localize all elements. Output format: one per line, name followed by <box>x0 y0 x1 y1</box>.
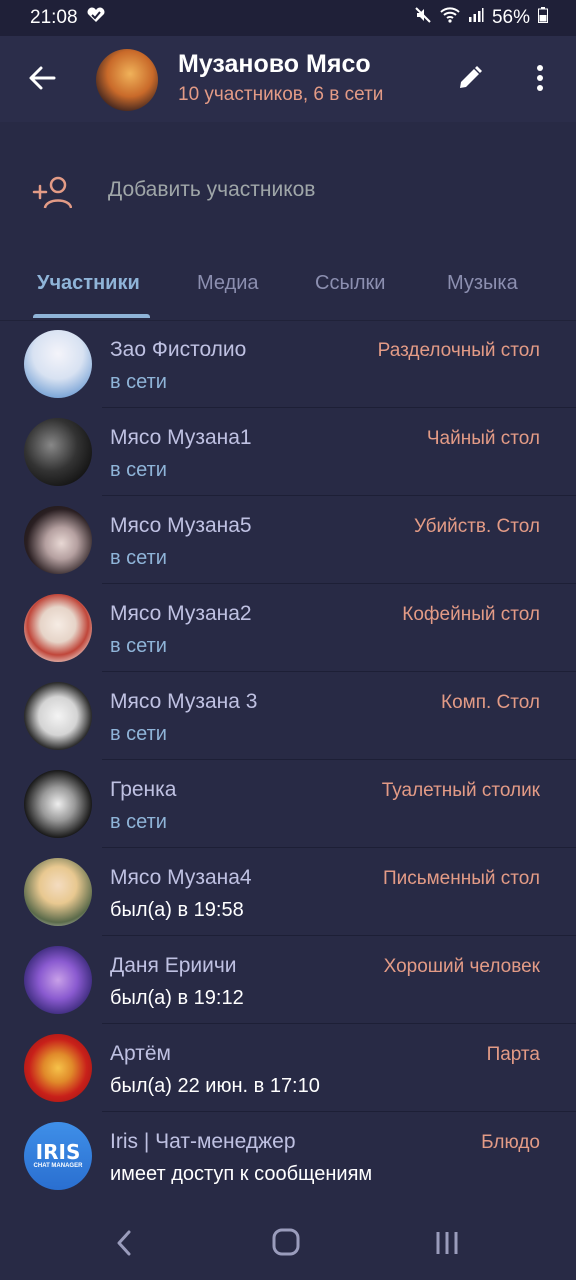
more-options-button[interactable] <box>522 60 558 96</box>
member-name: Мясо Музана4 <box>110 866 252 889</box>
member-row[interactable]: Мясо Музана4 был(а) в 19:58 Письменный с… <box>0 848 576 936</box>
avatar <box>24 506 92 574</box>
tab-links[interactable]: Ссылки <box>315 272 385 295</box>
active-tab-indicator <box>33 314 150 318</box>
member-role: Убийств. Стол <box>413 516 540 537</box>
member-role: Парта <box>486 1044 540 1065</box>
avatar <box>24 858 92 926</box>
member-status: был(а) в 19:58 <box>110 899 244 921</box>
member-role: Комп. Стол <box>441 692 540 713</box>
member-name: Мясо Музана5 <box>110 514 252 537</box>
status-bar: 21:08 56% <box>0 0 576 36</box>
member-name: Гренка <box>110 778 177 801</box>
heart-check-icon <box>86 7 106 29</box>
add-members-label: Добавить участников <box>108 178 316 201</box>
nav-home-icon[interactable] <box>272 1228 300 1256</box>
back-button[interactable] <box>22 58 62 98</box>
member-row[interactable]: Мясо Музана 3 в сети Комп. Стол <box>0 672 576 760</box>
group-title: Музаново Мясо <box>178 50 371 78</box>
member-row[interactable]: IRIS CHAT MANAGER Iris | Чат-менеджер им… <box>0 1112 576 1200</box>
member-row[interactable]: Даня Ериичи был(а) в 19:12 Хороший челов… <box>0 936 576 1024</box>
member-role: Блюдо <box>481 1132 540 1153</box>
member-status: в сети <box>110 547 167 569</box>
chat-header: Музаново Мясо 10 участников, 6 в сети <box>0 36 576 122</box>
member-status: в сети <box>110 371 167 393</box>
member-status: в сети <box>110 723 167 745</box>
battery-percent: 56% <box>491 7 530 28</box>
back-arrow-icon <box>29 66 56 90</box>
member-name: Даня Ериичи <box>110 954 237 977</box>
battery-icon <box>538 7 548 29</box>
member-role: Туалетный столик <box>381 780 540 801</box>
avatar <box>24 770 92 838</box>
tab-media[interactable]: Медиа <box>197 272 259 295</box>
iris-avatar: IRIS CHAT MANAGER <box>24 1122 92 1190</box>
member-row[interactable]: Артём был(а) 22 июн. в 17:10 Парта <box>0 1024 576 1112</box>
clock: 21:08 <box>30 7 78 28</box>
pencil-icon <box>460 66 482 88</box>
member-role: Чайный стол <box>426 428 540 449</box>
tab-members[interactable]: Участники <box>37 272 140 295</box>
member-name: Артём <box>110 1042 171 1065</box>
nav-back-icon[interactable] <box>110 1228 140 1258</box>
tab-music[interactable]: Музыка <box>447 272 518 295</box>
member-role: Письменный стол <box>382 868 540 889</box>
avatar <box>24 1034 92 1102</box>
add-user-icon <box>32 176 72 209</box>
member-status: был(а) 22 июн. в 17:10 <box>110 1075 320 1097</box>
member-role: Разделочный стол <box>377 340 540 361</box>
more-vertical-icon <box>537 65 543 91</box>
member-status: в сети <box>110 811 167 833</box>
member-row[interactable]: Зао Фистолио в сети Разделочный стол <box>0 320 576 408</box>
mute-icon <box>414 6 432 30</box>
member-row[interactable]: Гренка в сети Туалетный столик <box>0 760 576 848</box>
signal-icon <box>468 7 484 29</box>
member-status: был(а) в 19:12 <box>110 987 244 1009</box>
member-list: Зао Фистолио в сети Разделочный стол Мяс… <box>0 320 576 1200</box>
iris-logo-subtext: CHAT MANAGER <box>33 1163 83 1169</box>
iris-logo-text: IRIS <box>35 1140 81 1164</box>
tab-bar: Участники Медиа Ссылки Музыка <box>0 262 576 321</box>
system-nav-bar <box>0 1206 576 1280</box>
member-status: в сети <box>110 635 167 657</box>
edit-button[interactable] <box>452 60 488 96</box>
avatar <box>24 418 92 486</box>
member-row[interactable]: Мясо Музана2 в сети Кофейный стол <box>0 584 576 672</box>
avatar <box>24 594 92 662</box>
member-role: Хороший человек <box>383 956 540 977</box>
group-avatar[interactable] <box>96 49 158 111</box>
add-members-row[interactable]: Добавить участников <box>0 150 576 234</box>
member-name: Iris | Чат-менеджер <box>110 1130 296 1153</box>
avatar <box>24 946 92 1014</box>
member-name: Зао Фистолио <box>110 338 247 361</box>
group-subtitle: 10 участников, 6 в сети <box>178 84 384 105</box>
avatar <box>24 682 92 750</box>
nav-recent-apps-icon[interactable] <box>432 1228 462 1258</box>
member-row[interactable]: Мясо Музана5 в сети Убийств. Стол <box>0 496 576 584</box>
member-name: Мясо Музана1 <box>110 426 252 449</box>
member-name: Мясо Музана 3 <box>110 690 258 713</box>
member-row[interactable]: Мясо Музана1 в сети Чайный стол <box>0 408 576 496</box>
member-role: Кофейный стол <box>402 604 540 625</box>
avatar <box>24 330 92 398</box>
member-status: в сети <box>110 459 167 481</box>
wifi-icon <box>440 7 460 29</box>
member-status: имеет доступ к сообщениям <box>110 1163 373 1185</box>
member-name: Мясо Музана2 <box>110 602 252 625</box>
